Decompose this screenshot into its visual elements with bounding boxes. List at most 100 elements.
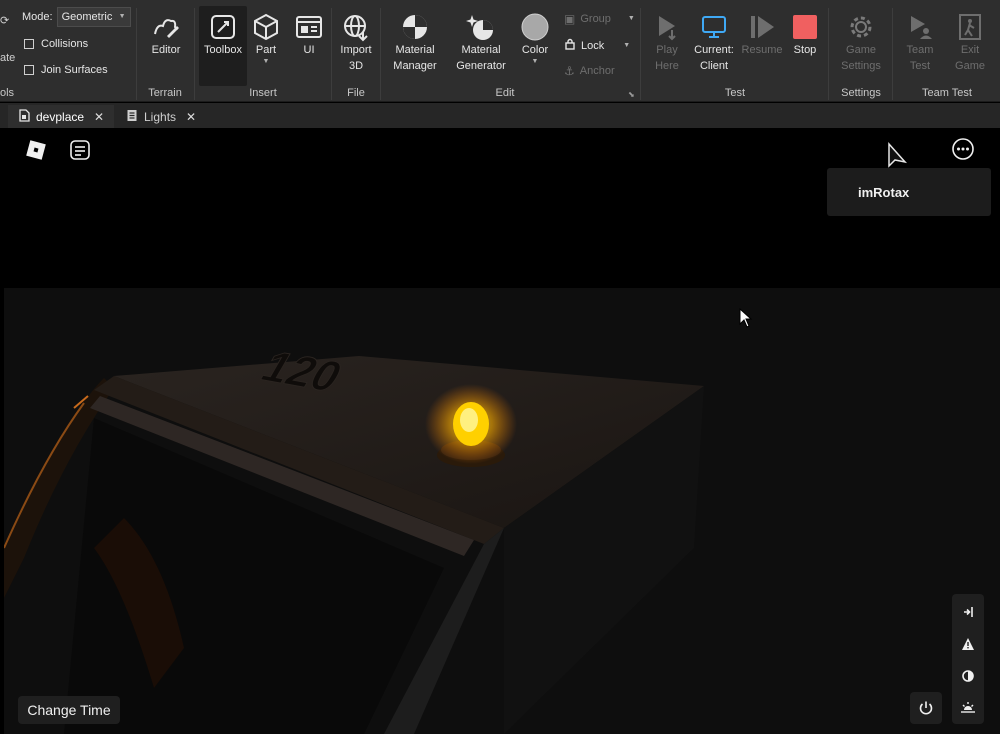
exit-game-label-2: Game <box>955 60 985 72</box>
color-label: Color <box>521 44 549 56</box>
mode-label: Mode: <box>22 11 53 23</box>
tab-lights[interactable]: Lights ✕ <box>116 105 206 128</box>
team-test-button[interactable]: Team Test <box>897 12 943 74</box>
checkbox-icon <box>24 39 34 49</box>
sparkle-sphere-icon <box>466 12 496 42</box>
material-generator-label-2: Generator <box>456 60 506 72</box>
change-time-label: Change Time <box>27 702 111 718</box>
divider <box>892 8 893 100</box>
current-client-label-1: Current: <box>694 44 734 56</box>
sunrise-icon[interactable] <box>952 692 984 724</box>
close-icon[interactable]: ✕ <box>186 110 196 124</box>
material-manager-button[interactable]: Material Manager <box>388 12 442 74</box>
game-settings-label-2: Settings <box>841 60 881 72</box>
roblox-logo-icon[interactable] <box>24 138 48 167</box>
stop-icon <box>790 12 820 42</box>
tab-devplace[interactable]: devplace ✕ <box>8 105 115 128</box>
divider <box>331 8 332 100</box>
mode-row: Mode: Geometric ▼ <box>22 7 131 27</box>
game-settings-label-1: Game <box>846 44 876 56</box>
settings-section-label: Settings <box>841 87 881 99</box>
group-icon: ▣ <box>564 12 576 26</box>
material-generator-label-1: Material <box>461 44 501 56</box>
divider <box>640 8 641 100</box>
editor-label: Editor <box>151 44 181 56</box>
terrain-editor-button[interactable]: Editor <box>143 12 189 58</box>
close-icon[interactable]: ✕ <box>94 110 104 124</box>
change-time-button[interactable]: Change Time <box>18 696 120 724</box>
group-label: Group <box>580 13 611 25</box>
lock-icon <box>564 38 576 53</box>
monitor-icon <box>699 12 729 42</box>
exit-game-label-1: Exit <box>960 44 980 56</box>
terrain-editor-icon <box>151 12 181 42</box>
material-manager-label-1: Material <box>395 44 435 56</box>
import-label: Import <box>340 44 372 56</box>
current-client-button[interactable]: Current: Client <box>690 12 738 74</box>
mode-value: Geometric <box>61 11 113 23</box>
power-button[interactable] <box>910 692 942 724</box>
material-sphere-icon <box>400 12 430 42</box>
checkbox-icon <box>24 65 34 75</box>
divider <box>380 8 381 100</box>
tab-label: devplace <box>36 109 85 124</box>
chevron-down-icon: ▼ <box>627 15 635 22</box>
stop-button[interactable]: Stop <box>786 12 824 58</box>
game-settings-button[interactable]: Game Settings <box>836 12 886 74</box>
collapse-panel-icon[interactable] <box>952 596 984 628</box>
divider <box>194 8 195 100</box>
material-generator-button[interactable]: Material Generator <box>452 12 510 74</box>
player-list-entry[interactable]: imRotax <box>827 168 991 216</box>
toolbox-button[interactable]: Toolbox <box>199 6 247 86</box>
tab-label: Lights <box>144 109 177 124</box>
power-icon <box>919 701 933 715</box>
resume-button[interactable]: Resume <box>740 12 784 58</box>
color-button[interactable]: Color ▼ <box>517 12 553 66</box>
expand-corner-icon[interactable]: ⬊ <box>628 90 635 99</box>
ui-button[interactable]: UI <box>292 12 326 58</box>
material-manager-label-2: Manager <box>393 60 437 72</box>
script-file-icon <box>126 109 138 125</box>
team-test-label-1: Team <box>906 44 934 56</box>
exit-door-icon <box>955 12 985 42</box>
ui-label: UI <box>303 44 315 56</box>
resume-label: Resume <box>741 44 783 56</box>
collisions-label: Collisions <box>41 38 89 50</box>
lock-button[interactable]: Lock ▼ <box>564 38 630 53</box>
chevron-down-icon: ▼ <box>118 13 126 20</box>
resume-icon <box>747 12 777 42</box>
document-tab-bar: devplace ✕ Lights ✕ <box>0 103 1000 128</box>
chevron-down-icon: ▼ <box>531 58 539 65</box>
import-label-3d: 3D <box>348 60 364 72</box>
import-3d-button[interactable]: Import 3D <box>334 12 378 74</box>
more-options-icon[interactable] <box>950 136 976 167</box>
group-button[interactable]: ▣ Group ▼ <box>564 12 635 26</box>
divider <box>136 8 137 100</box>
join-surfaces-toggle[interactable]: Join Surfaces <box>24 64 108 76</box>
color-swatch-icon <box>520 12 550 42</box>
play-here-icon <box>652 12 682 42</box>
cut-tool-icon: ⟳ <box>0 15 10 27</box>
anchor-icon: ⚓ <box>564 64 575 78</box>
anchor-button[interactable]: ⚓ Anchor <box>564 64 615 78</box>
join-surfaces-label: Join Surfaces <box>41 64 108 76</box>
cut-tool-label: ate <box>0 52 16 64</box>
test-section-label: Test <box>724 87 746 99</box>
collisions-toggle[interactable]: Collisions <box>24 38 88 50</box>
exit-game-button[interactable]: Exit Game <box>948 12 992 74</box>
lock-label: Lock <box>581 39 605 52</box>
insert-section-label: Insert <box>249 87 277 99</box>
globe-import-icon <box>341 12 371 42</box>
ribbon-toolbar: ⟳ ate ols Mode: Geometric ▼ Collisions J… <box>0 0 1000 102</box>
brightness-icon[interactable] <box>952 660 984 692</box>
play-here-button[interactable]: Play Here <box>645 12 689 74</box>
3d-viewport[interactable]: 120 imRotax Change Time <box>4 128 1000 734</box>
warning-icon[interactable] <box>952 628 984 660</box>
chat-icon[interactable] <box>68 138 92 167</box>
part-button[interactable]: Part ▼ <box>250 12 282 66</box>
cube-icon <box>251 12 281 42</box>
gear-icon <box>846 12 876 42</box>
toolbox-icon <box>208 12 238 42</box>
part-label: Part <box>255 44 277 56</box>
mode-dropdown[interactable]: Geometric ▼ <box>56 7 131 27</box>
